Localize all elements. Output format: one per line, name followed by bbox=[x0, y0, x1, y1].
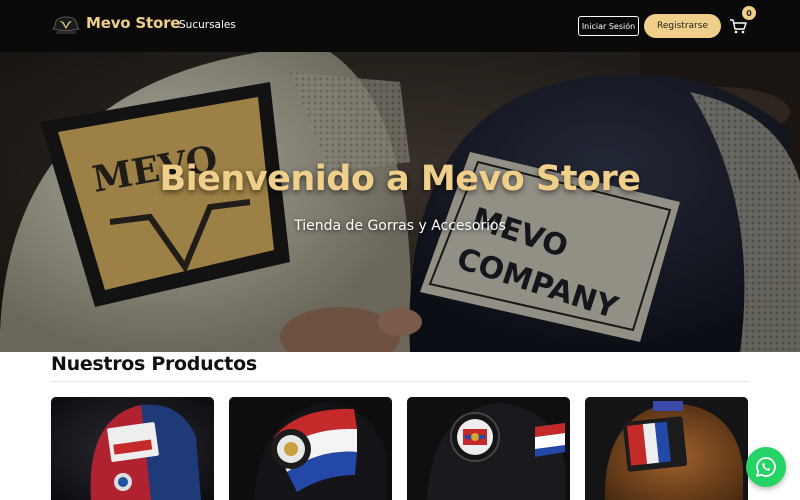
hero-title: Bienvenido a Mevo Store bbox=[159, 159, 641, 199]
register-button[interactable]: Registrarse bbox=[644, 14, 721, 38]
hero-banner: MEVO MEVO COMPANY Bienvenido a Mevo Stor… bbox=[0, 52, 800, 352]
product-card[interactable] bbox=[407, 397, 570, 500]
login-button[interactable]: Iniciar Sesión bbox=[578, 16, 639, 36]
whatsapp-icon bbox=[756, 457, 776, 477]
brand-name[interactable]: Mevo Store bbox=[86, 14, 180, 32]
product-card[interactable] bbox=[51, 397, 214, 500]
whatsapp-button[interactable] bbox=[746, 447, 786, 487]
nav-link-sucursales[interactable]: Sucursales bbox=[179, 19, 236, 31]
products-section-title: Nuestros Productos bbox=[51, 353, 257, 375]
logo-icon[interactable] bbox=[52, 14, 80, 38]
product-image-paraguay-cap bbox=[229, 397, 392, 500]
section-divider bbox=[51, 381, 749, 382]
cart-count-badge: 0 bbox=[742, 6, 756, 20]
hero-overlay bbox=[0, 52, 800, 352]
product-card[interactable] bbox=[585, 397, 748, 500]
product-image-black-cap-patch bbox=[407, 397, 570, 500]
product-image-red-blue-cap bbox=[51, 397, 214, 500]
navbar: Mevo Store Sucursales Iniciar Sesión Reg… bbox=[0, 0, 800, 52]
product-card[interactable] bbox=[229, 397, 392, 500]
hero-subtitle: Tienda de Gorras y Accesorios bbox=[294, 218, 506, 234]
product-image-brown-cap bbox=[585, 397, 748, 500]
